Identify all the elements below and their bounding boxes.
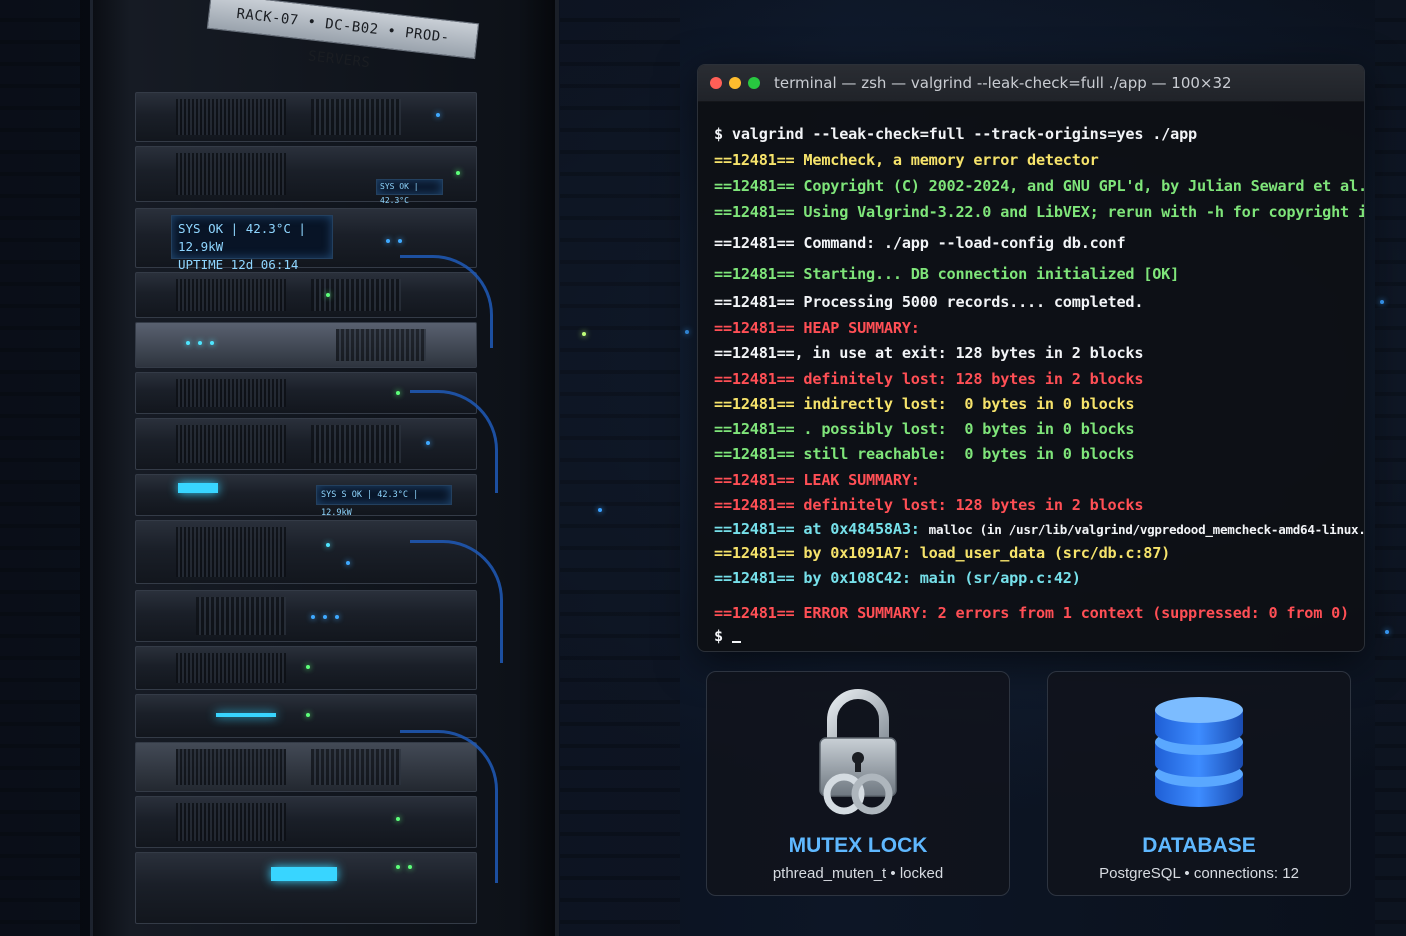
maximize-window-button[interactable] — [748, 77, 760, 89]
status-led — [582, 332, 586, 336]
background-rack — [0, 0, 80, 936]
card-title: DATABASE — [1142, 834, 1256, 857]
terminal-line: ==12481== indirectly lost: 0 bytes in 0 … — [714, 395, 1135, 413]
terminal-line: ==12481== by 0x1091A7: load_user_data (s… — [714, 544, 1171, 562]
status-led — [598, 508, 602, 512]
terminal-line: ==12481== Command: ./app --load-config d… — [714, 234, 1126, 252]
terminal-line: ==12481== definitely lost: 128 bytes in … — [714, 370, 1144, 388]
terminal-line: ==12481== still reachable: 0 bytes in 0 … — [714, 445, 1135, 463]
terminal-line: $ valgrind --leak-check=full --track-ori… — [714, 125, 1197, 143]
terminal-line: ==12481== at 0x48458A3: malloc (in /usr/… — [714, 520, 1365, 538]
prompt-symbol: $ — [714, 627, 732, 645]
padlock-icon — [707, 686, 1009, 820]
database-card[interactable]: DATABASE PostgreSQL • connections: 12 — [1047, 671, 1351, 896]
mutex-lock-card[interactable]: MUTEX LOCK pthread_muten_t • locked — [706, 671, 1010, 896]
close-window-button[interactable] — [710, 77, 722, 89]
lcd-strip — [178, 483, 218, 493]
network-cable — [400, 730, 498, 883]
database-icon — [1048, 686, 1350, 814]
lcd-status-display: SYS OK | 42.3°C | 12.9kW UPTIME 12d 06:1… — [171, 215, 333, 272]
terminal-line: ==12481== ERROR SUMMARY: 2 errors from 1… — [714, 604, 1349, 622]
lcd-display: SYS OK | 42.3°C — [376, 179, 443, 205]
status-led — [1385, 630, 1389, 634]
stack-frame-address: ==12481== at 0x48458A3: — [714, 520, 929, 538]
terminal-line: ==12481== definitely lost: 128 bytes in … — [714, 496, 1144, 514]
terminal-line: ==12481== by 0x108C42: main (sr/app.c:42… — [714, 569, 1081, 587]
terminal-window[interactable]: terminal — zsh — valgrind --leak-check=f… — [697, 64, 1365, 652]
terminal-line: ==12481== Memcheck, a memory error detec… — [714, 151, 1099, 169]
terminal-prompt[interactable]: $ — [714, 627, 741, 645]
background-rack — [560, 0, 680, 936]
terminal-line: ==12481== HEAP SUMMARY: — [714, 319, 920, 337]
terminal-line: ==12481== . possibly lost: 0 bytes in 0 … — [714, 420, 1135, 438]
minimize-window-button[interactable] — [729, 77, 741, 89]
status-led — [685, 330, 689, 334]
lcd-line: SYS OK | 42.3°C | 12.9kW — [178, 221, 306, 254]
status-led — [1380, 300, 1384, 304]
text-cursor — [731, 627, 741, 643]
card-subtitle: pthread_muten_t • locked — [772, 865, 944, 882]
card-subtitle: PostgreSQL • connections: 12 — [1099, 865, 1299, 882]
terminal-line: ==12481== Copyright (C) 2002-2024, and G… — [714, 177, 1365, 195]
server-unit: SYS OK | 42.3°C — [135, 146, 477, 205]
card-title: MUTEX LOCK — [788, 834, 928, 857]
server-unit — [135, 92, 477, 142]
stack-frame-detail: malloc (in /usr/lib/valgrind/vgpredood_m… — [928, 522, 1365, 537]
terminal-line: ==12481== Processing 5000 records.... co… — [714, 293, 1144, 311]
terminal-line: ==12481== Starting... DB connection init… — [714, 265, 1180, 283]
terminal-line: ==12481== LEAK SUMMARY: — [714, 471, 920, 489]
background-rack — [1375, 0, 1406, 936]
terminal-title: terminal — zsh — valgrind --leak-check=f… — [774, 74, 1232, 92]
terminal-line: ==12481==, in use at exit: 128 bytes in … — [714, 344, 1144, 362]
terminal-titlebar[interactable]: terminal — zsh — valgrind --leak-check=f… — [698, 65, 1364, 102]
terminal-line: ==12481== Using Valgrind-3.22.0 and LibV… — [714, 203, 1365, 221]
